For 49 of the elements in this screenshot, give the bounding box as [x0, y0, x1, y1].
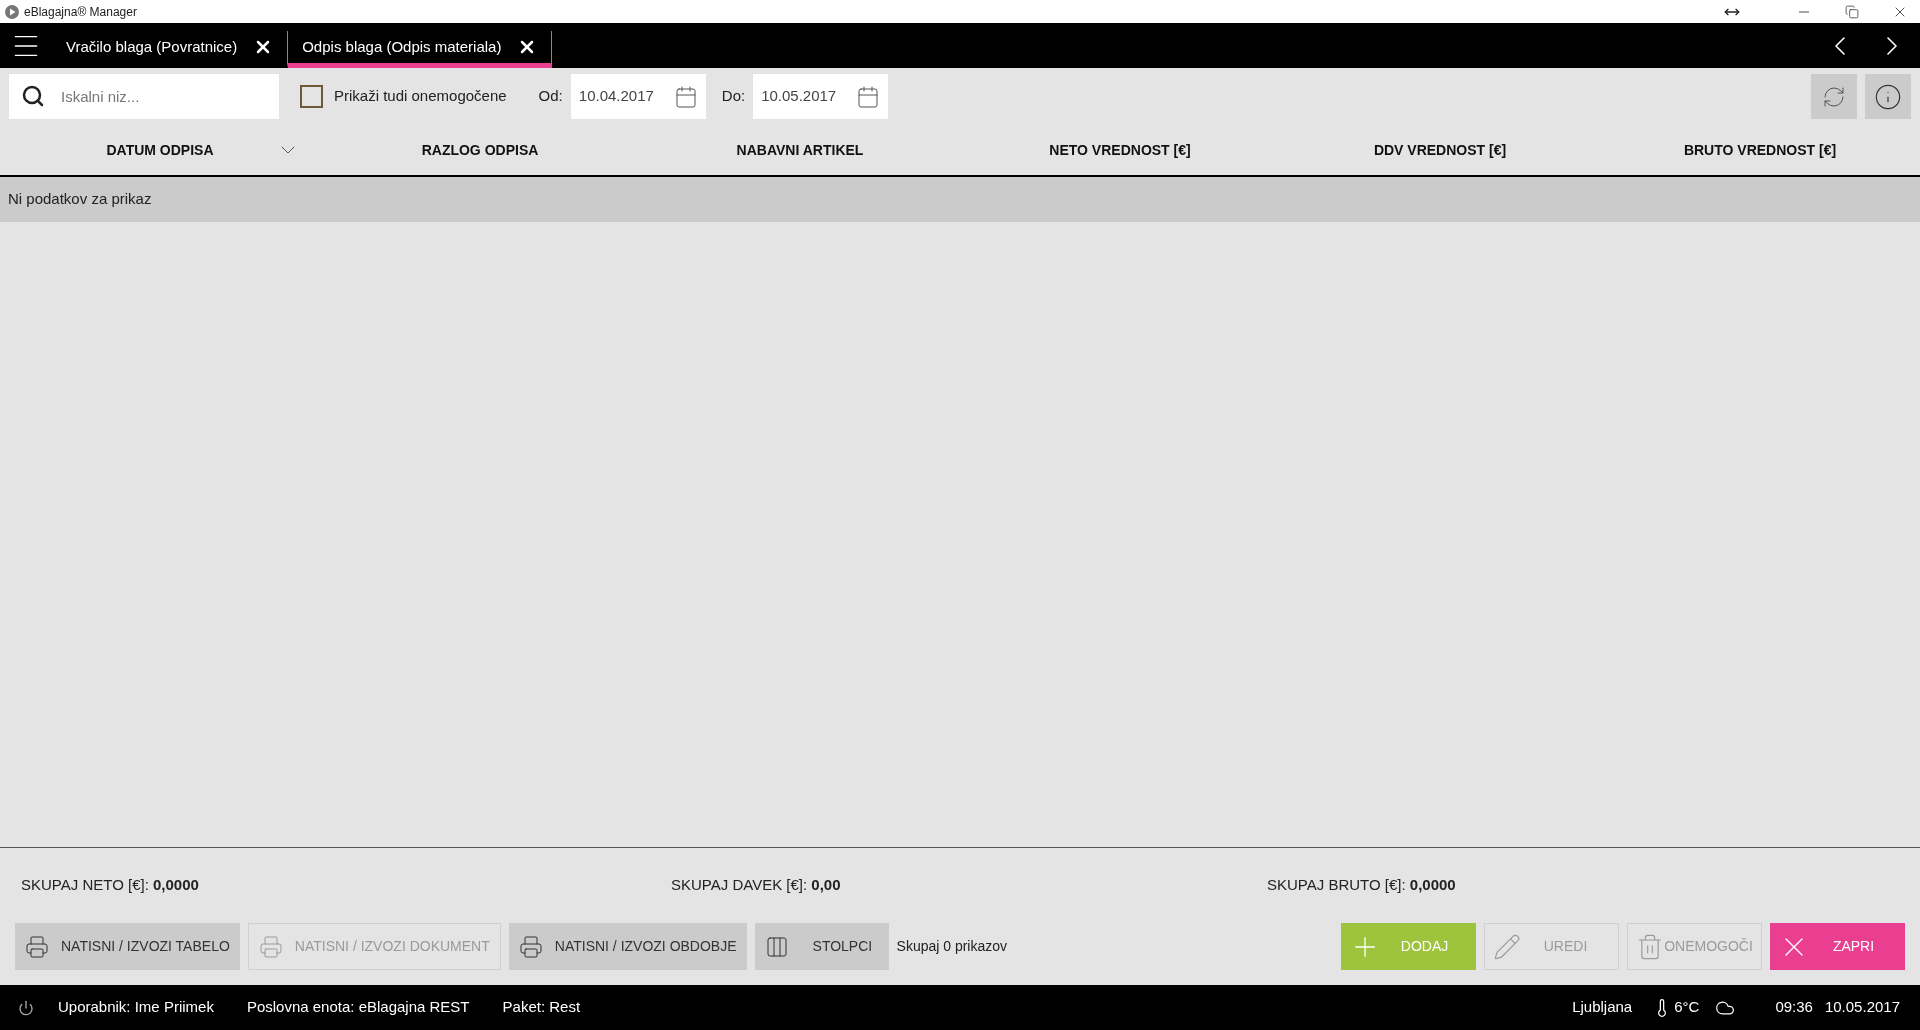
- status-text: Poslovna enota: eBlagajna REST: [246, 997, 470, 1018]
- tab-label: Vračilo blaga (Povratnice): [66, 36, 238, 57]
- trash-icon: [1636, 932, 1664, 961]
- tab[interactable]: Odpis blaga (Odpis materiala): [288, 31, 553, 68]
- status-text: Paket: Rest: [502, 997, 581, 1018]
- power-icon[interactable]: [18, 999, 34, 1016]
- empty-message: Ni podatkov za prikaz: [8, 189, 152, 210]
- total-text: SKUPAJ BRUTO [€]: 0,0000: [1267, 875, 1457, 896]
- action-button[interactable]: ZAPRI: [1770, 923, 1905, 970]
- refresh-icon: [1822, 84, 1846, 109]
- action-button[interactable]: STOLPCI: [754, 923, 889, 970]
- checkbox[interactable]: [300, 85, 323, 108]
- action-button[interactable]: NATISNI / IZVOZI OBDOBJE: [508, 923, 747, 970]
- date-text: 10.05.2017: [1824, 997, 1900, 1018]
- record-count: Skupaj 0 prikazov: [896, 937, 1008, 956]
- total-text: SKUPAJ DAVEK [€]: 0,00: [671, 875, 842, 896]
- date-label: Do:: [721, 86, 746, 107]
- status-text: Uporabnik: Ime Priimek: [58, 997, 214, 1018]
- printer-icon: [25, 934, 49, 959]
- pencil-icon: [1493, 932, 1521, 961]
- city-text: Ljubljana: [1572, 997, 1633, 1018]
- temperature-text: 6°C: [1674, 997, 1700, 1018]
- window-title: eBlagajna® Manager: [24, 3, 137, 21]
- restore-icon[interactable]: [1845, 4, 1859, 19]
- columns-icon: [764, 934, 789, 959]
- search-field[interactable]: Iskalni niz...: [9, 74, 279, 119]
- checkbox-label: Prikaži tudi onemogočene: [334, 86, 507, 107]
- column-header[interactable]: BRUTO VREDNOST [€]: [1683, 139, 1837, 161]
- date-field[interactable]: 10.05.2017: [753, 74, 889, 119]
- printer-icon: [518, 934, 543, 959]
- calendar-icon[interactable]: [673, 84, 698, 109]
- column-header[interactable]: DDV VREDNOST [€]: [1373, 139, 1507, 161]
- calendar-icon[interactable]: [856, 84, 881, 109]
- column-header[interactable]: DATUM ODPISA: [106, 139, 214, 161]
- app-logo-icon: [4, 3, 20, 20]
- info-icon: [1874, 82, 1902, 111]
- tab[interactable]: Vračilo blaga (Povratnice): [52, 31, 289, 68]
- info-button[interactable]: [1865, 74, 1911, 119]
- time-text: 09:36: [1775, 997, 1813, 1018]
- action-button[interactable]: NATISNI / IZVOZI TABELO: [15, 923, 240, 970]
- date-label: Od:: [538, 86, 563, 107]
- total-text: SKUPAJ NETO [€]: 0,0000: [21, 875, 200, 896]
- search-icon: [21, 84, 45, 108]
- column-header[interactable]: RAZLOG ODPISA: [421, 139, 539, 161]
- column-header[interactable]: NETO VREDNOST [€]: [1049, 139, 1191, 161]
- printer-icon: [258, 934, 283, 959]
- tab-label: Odpis blaga (Odpis materiala): [302, 36, 502, 57]
- column-header[interactable]: NABAVNI ARTIKEL: [736, 139, 864, 161]
- date-field[interactable]: 10.04.2017: [570, 74, 706, 119]
